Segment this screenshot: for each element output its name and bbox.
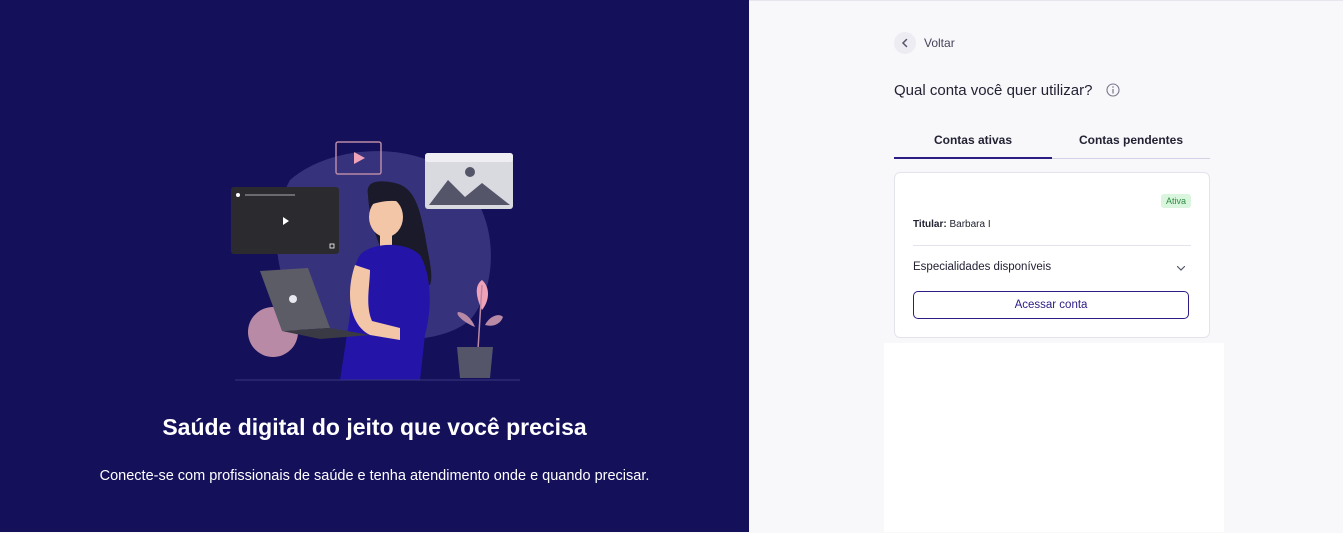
- hero-title: Saúde digital do jeito que você precisa: [162, 414, 587, 440]
- specialties-toggle[interactable]: Especialidades disponíveis: [913, 261, 1051, 273]
- holder-name: Barbara I: [949, 219, 991, 230]
- account-card: Ativa Titular: Barbara I Especialidades …: [894, 172, 1210, 338]
- hero-panel: Saúde digital do jeito que você precisa …: [0, 0, 749, 532]
- page-question: Qual conta você quer utilizar?: [894, 82, 1093, 99]
- account-tabs: Contas ativas Contas pendentes: [894, 127, 1210, 159]
- info-icon[interactable]: [1106, 83, 1120, 97]
- holder-info: Titular: Barbara I: [913, 219, 991, 230]
- holder-label: Titular:: [913, 219, 947, 230]
- chevron-left-icon: [894, 32, 916, 54]
- chevron-down-icon[interactable]: [1175, 262, 1187, 274]
- hero-subtitle: Conecte-se com profissionais de saúde e …: [99, 468, 650, 484]
- back-label: Voltar: [924, 36, 955, 50]
- tab-pending-accounts[interactable]: Contas pendentes: [1052, 127, 1210, 158]
- status-badge: Ativa: [1160, 194, 1191, 208]
- card-divider: [913, 245, 1191, 246]
- access-account-button[interactable]: Acessar conta: [913, 291, 1189, 319]
- back-button[interactable]: Voltar: [894, 32, 955, 54]
- hero-illustration: [231, 141, 520, 381]
- tab-active-accounts[interactable]: Contas ativas: [894, 127, 1052, 159]
- empty-area: [884, 343, 1224, 532]
